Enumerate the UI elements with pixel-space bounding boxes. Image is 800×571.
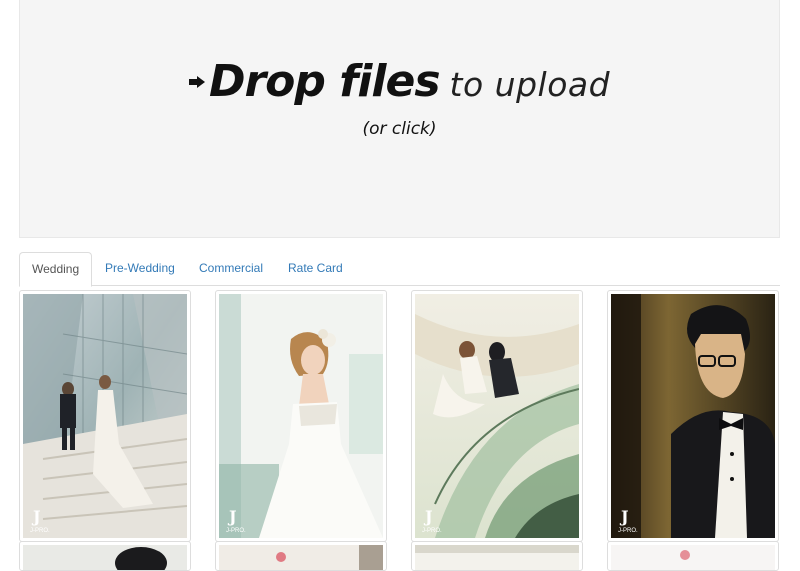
tab-commercial[interactable]: Commercial: [186, 252, 276, 286]
watermark: J-PRO.: [226, 528, 246, 534]
photo-bride-gown: J J-PRO.: [219, 294, 383, 538]
svg-text:J: J: [31, 507, 41, 526]
gallery-photo[interactable]: J J-PRO.: [607, 290, 779, 542]
watermark: J-PRO.: [422, 528, 442, 534]
upload-dropzone[interactable]: Drop files to upload (or click): [19, 0, 780, 238]
watermark: J-PRO.: [30, 528, 50, 534]
gallery-photo[interactable]: [215, 541, 387, 571]
watermark: J-PRO.: [618, 528, 638, 534]
photo-partial: [219, 545, 383, 570]
dropzone-title: Drop files to upload: [20, 56, 779, 107]
photo-partial: [611, 545, 775, 570]
dropzone-title-strong: Drop files: [208, 56, 441, 107]
category-tabs: Wedding Pre-Wedding Commercial Rate Card: [19, 252, 780, 287]
svg-text:J: J: [619, 507, 629, 526]
dropzone-subtitle: (or click): [362, 119, 437, 139]
photo-partial: [23, 545, 187, 570]
svg-text:J: J: [423, 507, 433, 526]
gallery-photo[interactable]: [607, 541, 779, 571]
gallery-photo[interactable]: [411, 541, 583, 571]
svg-text:J: J: [227, 507, 237, 526]
gallery-photo[interactable]: J J-PRO.: [411, 290, 583, 542]
gallery-photo[interactable]: [19, 541, 191, 571]
tab-wedding[interactable]: Wedding: [19, 252, 93, 287]
photo-partial: [415, 545, 579, 570]
tab-pre-wedding[interactable]: Pre-Wedding: [92, 252, 188, 286]
photo-groom-tuxedo: J J-PRO.: [611, 294, 775, 538]
dropzone-title-light: to upload: [449, 65, 611, 104]
photo-couple-spiral-stairs: J J-PRO.: [415, 294, 579, 538]
gallery-photo[interactable]: J J-PRO.: [215, 290, 387, 542]
photo-couple-staircase: J J-PRO.: [23, 294, 187, 538]
arrow-right-icon: [188, 75, 205, 93]
gallery-photo[interactable]: J J-PRO.: [19, 290, 191, 542]
tab-rate-card[interactable]: Rate Card: [275, 252, 356, 286]
